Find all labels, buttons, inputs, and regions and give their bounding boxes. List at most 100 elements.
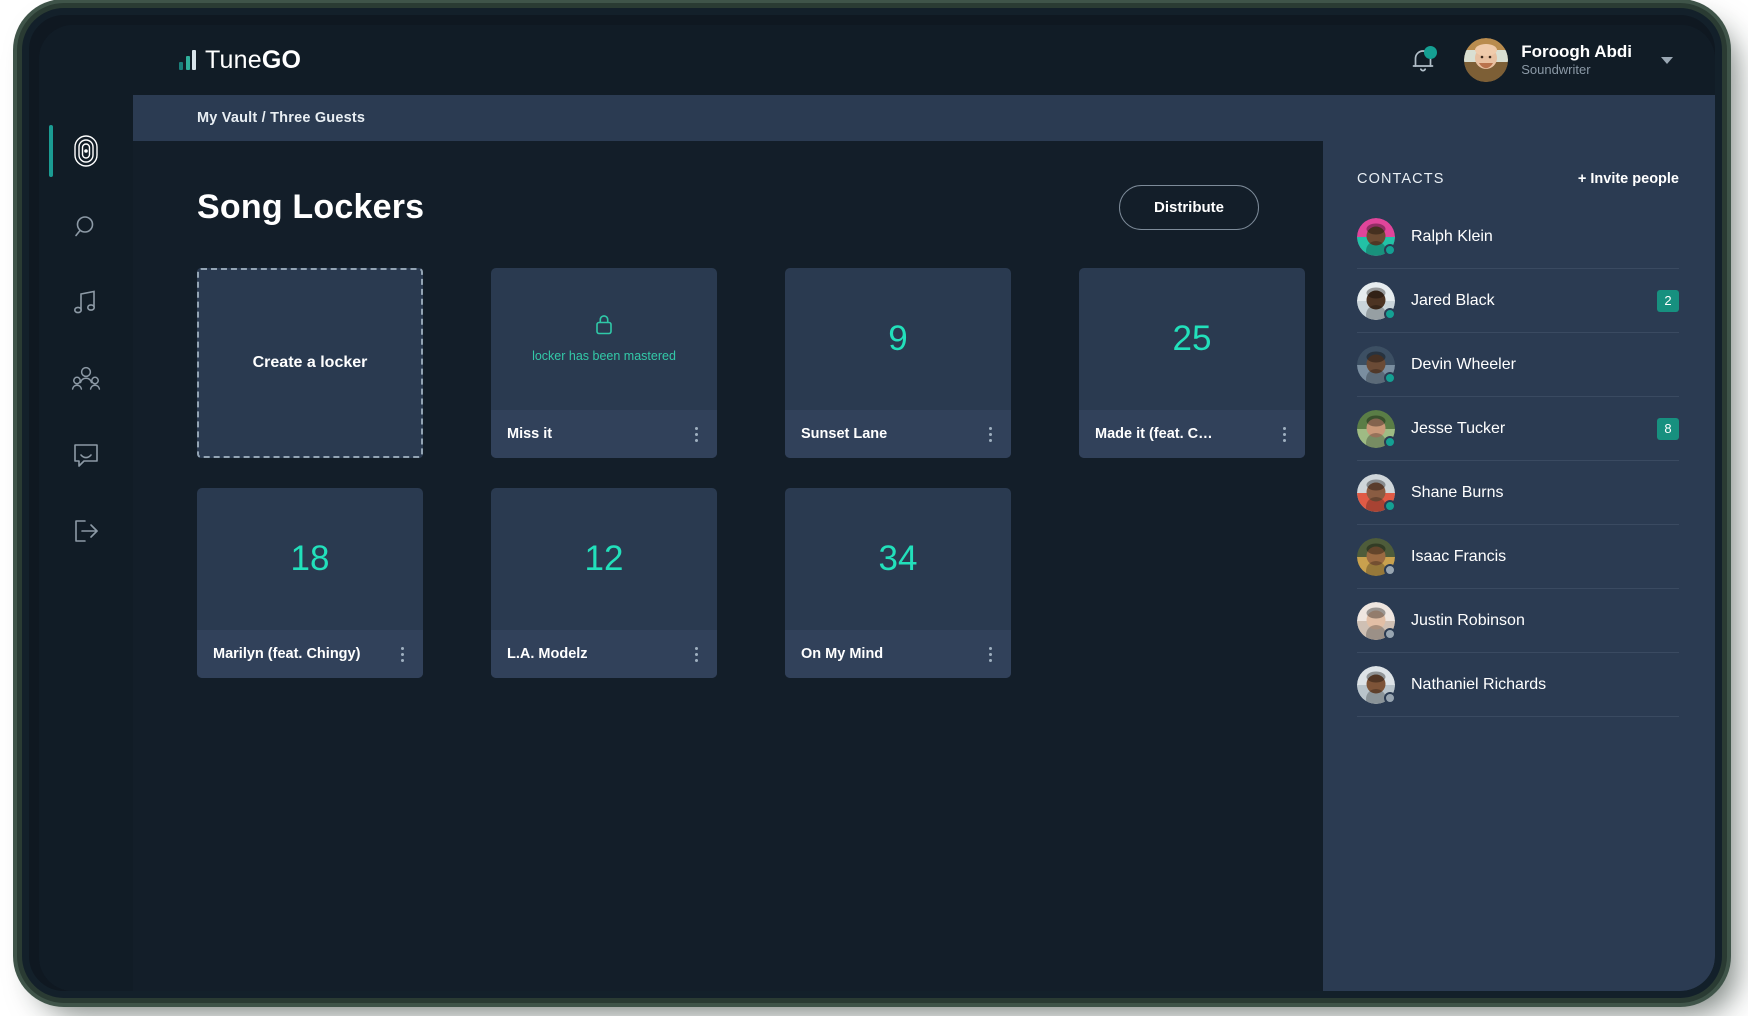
contact-name: Jesse Tucker (1411, 420, 1505, 438)
contact-avatar (1357, 602, 1395, 640)
locker-card[interactable]: 25 Made it (feat. C… (1079, 268, 1305, 458)
people-icon (71, 365, 101, 393)
lock-icon (532, 313, 676, 341)
contact-name: Shane Burns (1411, 484, 1504, 502)
logo-bold-part: GO (262, 46, 301, 74)
contact-name: Nathaniel Richards (1411, 676, 1546, 694)
invite-people-button[interactable]: + Invite people (1578, 171, 1679, 187)
contact-status-dot (1384, 500, 1396, 512)
locker-title: Marilyn (feat. Chingy) (213, 646, 360, 662)
contact-list-item[interactable]: Justin Robinson (1357, 589, 1679, 653)
locker-grid: Create a locker locker has been mastered… (197, 268, 1259, 678)
contact-avatar (1357, 474, 1395, 512)
top-bar: TuneGO (133, 25, 1715, 95)
contact-list: Ralph Klein Jared Black 2 Devin Wheeler Jess… (1357, 205, 1679, 717)
page-title: Song Lockers (197, 188, 424, 227)
kebab-menu-icon[interactable] (692, 643, 701, 666)
contact-status-dot (1384, 308, 1396, 320)
contact-name: Justin Robinson (1411, 612, 1525, 630)
locker-count: 25 (1173, 319, 1212, 359)
locker-card[interactable]: 18 Marilyn (feat. Chingy) (197, 488, 423, 678)
create-locker-card[interactable]: Create a locker (197, 268, 423, 458)
locker-card-body: 34 (785, 488, 1011, 630)
active-indicator (49, 125, 53, 177)
locker-count: 34 (879, 539, 918, 579)
contact-list-item[interactable]: Devin Wheeler (1357, 333, 1679, 397)
locker-card[interactable]: 12L.A. Modelz (491, 488, 717, 678)
contact-status-dot (1384, 628, 1396, 640)
sidebar-item-messages[interactable] (39, 417, 133, 493)
locker-card-footer: Marilyn (feat. Chingy) (197, 630, 423, 678)
avatar (1464, 38, 1508, 82)
locker-mastered-text: locker has been mastered (532, 348, 676, 365)
contact-name: Isaac Francis (1411, 548, 1506, 566)
user-role: Soundwriter (1521, 62, 1632, 78)
contact-status-dot (1384, 372, 1396, 384)
sidebar-item-vault[interactable] (39, 113, 133, 189)
contact-list-item[interactable]: Jesse Tucker 8 (1357, 397, 1679, 461)
locker-card-body: 9 (785, 268, 1011, 410)
sidebar-item-collaborators[interactable] (39, 341, 133, 417)
locker-card-footer: On My Mind (785, 630, 1011, 678)
contacts-title: CONTACTS (1357, 171, 1444, 187)
kebab-menu-icon[interactable] (398, 643, 407, 666)
locker-mastered-state: locker has been mastered (532, 313, 676, 365)
locker-title: Made it (feat. C… (1095, 426, 1213, 442)
locker-count: 18 (291, 539, 330, 579)
bar-chart-logo-icon (179, 50, 196, 70)
sidebar-item-logout[interactable] (39, 493, 133, 569)
locker-card-footer: Made it (feat. C… (1079, 410, 1305, 458)
search-icon (72, 213, 100, 241)
locker-card[interactable]: locker has been mastered Miss it (491, 268, 717, 458)
main-content: Song Lockers Distribute Create a locker … (133, 141, 1323, 991)
notifications-button[interactable] (1408, 45, 1438, 75)
unread-badge: 2 (1657, 290, 1679, 312)
contact-list-item[interactable]: Nathaniel Richards (1357, 653, 1679, 717)
contact-avatar (1357, 282, 1395, 320)
contact-list-item[interactable]: Isaac Francis (1357, 525, 1679, 589)
kebab-menu-icon[interactable] (1280, 423, 1289, 446)
user-menu[interactable]: Foroogh Abdi Soundwriter (1464, 38, 1673, 82)
app-screen: TuneGO (39, 25, 1715, 991)
unread-badge: 8 (1657, 418, 1679, 440)
locker-card-footer: Sunset Lane (785, 410, 1011, 458)
sidebar-item-search[interactable] (39, 189, 133, 265)
contact-list-item[interactable]: Jared Black 2 (1357, 269, 1679, 333)
kebab-menu-icon[interactable] (692, 423, 701, 446)
contact-name: Jared Black (1411, 292, 1495, 310)
locker-card[interactable]: 9 Sunset Lane (785, 268, 1011, 458)
locker-card-body: 25 (1079, 268, 1305, 410)
contact-avatar (1357, 666, 1395, 704)
locker-title: L.A. Modelz (507, 646, 588, 662)
contact-avatar (1357, 538, 1395, 576)
locker-title: Miss it (507, 426, 552, 442)
contact-list-item[interactable]: Ralph Klein (1357, 205, 1679, 269)
kebab-menu-icon[interactable] (986, 643, 995, 666)
contact-name: Devin Wheeler (1411, 356, 1516, 374)
contact-name: Ralph Klein (1411, 228, 1493, 246)
fingerprint-icon (71, 134, 101, 168)
sidebar (39, 25, 133, 991)
logo-light-part: Tune (205, 46, 262, 74)
sidebar-item-music[interactable] (39, 265, 133, 341)
logout-icon (72, 517, 100, 545)
kebab-menu-icon[interactable] (986, 423, 995, 446)
contact-status-dot (1384, 436, 1396, 448)
app-logo[interactable]: TuneGO (179, 46, 301, 75)
locker-card-footer: Miss it (491, 410, 717, 458)
create-locker-label: Create a locker (253, 354, 368, 372)
contact-avatar (1357, 218, 1395, 256)
locker-count: 9 (888, 319, 907, 359)
contact-status-dot (1384, 692, 1396, 704)
bell-icon (1408, 62, 1438, 79)
distribute-button[interactable]: Distribute (1119, 185, 1259, 230)
breadcrumb[interactable]: My Vault / Three Guests (133, 95, 1715, 141)
locker-card-body: 18 (197, 488, 423, 630)
locker-card[interactable]: 34 On My Mind (785, 488, 1011, 678)
user-meta: Foroogh Abdi Soundwriter (1521, 42, 1632, 79)
contacts-panel: CONTACTS + Invite people Ralph Klein Jare… (1323, 141, 1715, 991)
music-note-icon (73, 289, 99, 317)
locker-card-body: locker has been mastered (491, 268, 717, 410)
chevron-down-icon[interactable] (1661, 57, 1673, 64)
contact-list-item[interactable]: Shane Burns (1357, 461, 1679, 525)
